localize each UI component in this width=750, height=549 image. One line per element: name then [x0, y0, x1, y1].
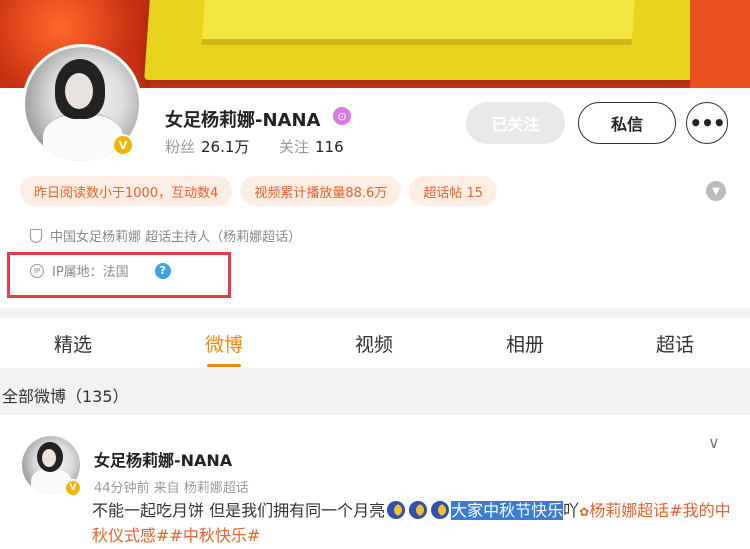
profile-avatar[interactable]: V: [22, 44, 142, 164]
message-button[interactable]: 私信: [578, 102, 676, 144]
moon-emoji-icon: [431, 501, 450, 519]
profile-name: 女足杨莉娜-NANA: [165, 110, 321, 131]
fans-count[interactable]: 26.1万: [201, 138, 249, 156]
more-options-button[interactable]: •••: [686, 102, 728, 144]
post-menu-chevron-icon[interactable]: ∨: [708, 433, 720, 452]
weibo-post: V 女足杨莉娜-NANA 44分钟前 来自 杨莉娜超话 ∨ 不能一起吃月饼 但是…: [0, 415, 750, 549]
post-author[interactable]: 女足杨莉娜-NANA: [94, 447, 232, 471]
tag-read-count[interactable]: 昨日阅读数小于1000，互动数4: [20, 176, 233, 206]
tab-video[interactable]: 视频: [334, 330, 414, 357]
post-verified-badge-icon: V: [64, 479, 82, 497]
follow-count[interactable]: 116: [315, 138, 344, 156]
profile-stats: 粉丝 26.1万 关注 116: [165, 136, 344, 157]
profile-card: V 女足杨莉娜-NANA ⊙ 粉丝 26.1万 关注 116 已关注 私信 ••• …: [0, 44, 750, 308]
moon-emoji-icon: [387, 501, 406, 519]
post-meta: 44分钟前 来自 杨莉娜超话: [94, 481, 249, 496]
tag-video-plays[interactable]: 视频累计播放量88.6万: [240, 176, 402, 206]
tab-weibo[interactable]: 微博: [184, 330, 264, 357]
tab-featured[interactable]: 精选: [33, 330, 113, 357]
expand-chevron-icon[interactable]: ▼: [706, 181, 726, 201]
all-weibo-header: 全部微博（135）: [2, 387, 129, 406]
super-topic-icon: ✿: [579, 505, 590, 519]
hashtag-link[interactable]: #中秋快乐#: [169, 526, 260, 545]
moon-emoji-icon: [409, 501, 428, 519]
verified-badge-icon: V: [112, 134, 134, 156]
followed-button[interactable]: 已关注: [466, 102, 565, 144]
tab-album[interactable]: 相册: [485, 330, 565, 357]
profile-tabs: 精选 微博 视频 相册 超话: [0, 318, 750, 368]
active-tab-underline: [207, 364, 241, 367]
ip-highlight-box: [7, 252, 231, 298]
super-topic-link[interactable]: 杨莉娜超话: [589, 501, 669, 520]
post-text: 不能一起吃月饼 但是我们拥有同一个月亮 大家中秋节快乐吖✿杨莉娜超话#我的中秋仪式…: [92, 499, 732, 548]
follow-label: 关注: [278, 138, 309, 156]
tab-super-topic[interactable]: 超话: [635, 330, 715, 357]
post-text-part: 不能一起吃月饼 但是我们拥有同一个月亮: [92, 501, 386, 520]
super-topic-ring-icon[interactable]: ⊙: [333, 107, 351, 125]
post-text-tail: 吖: [563, 501, 580, 520]
banner-right: [690, 0, 750, 88]
banner-frame: [144, 0, 712, 80]
fans-label: 粉丝: [165, 138, 196, 156]
post-text-highlight: 大家中秋节快乐: [451, 501, 564, 520]
description-text: 中国女足杨莉娜 超话主持人（杨莉娜超话）: [50, 230, 302, 245]
profile-tags: 昨日阅读数小于1000，互动数4 视频累计播放量88.6万 超话帖 15: [20, 176, 497, 206]
shield-icon: [30, 228, 42, 243]
profile-description: 中国女足杨莉娜 超话主持人（杨莉娜超话）: [30, 226, 301, 245]
tag-super-topic-posts[interactable]: 超话帖 15: [409, 176, 497, 206]
